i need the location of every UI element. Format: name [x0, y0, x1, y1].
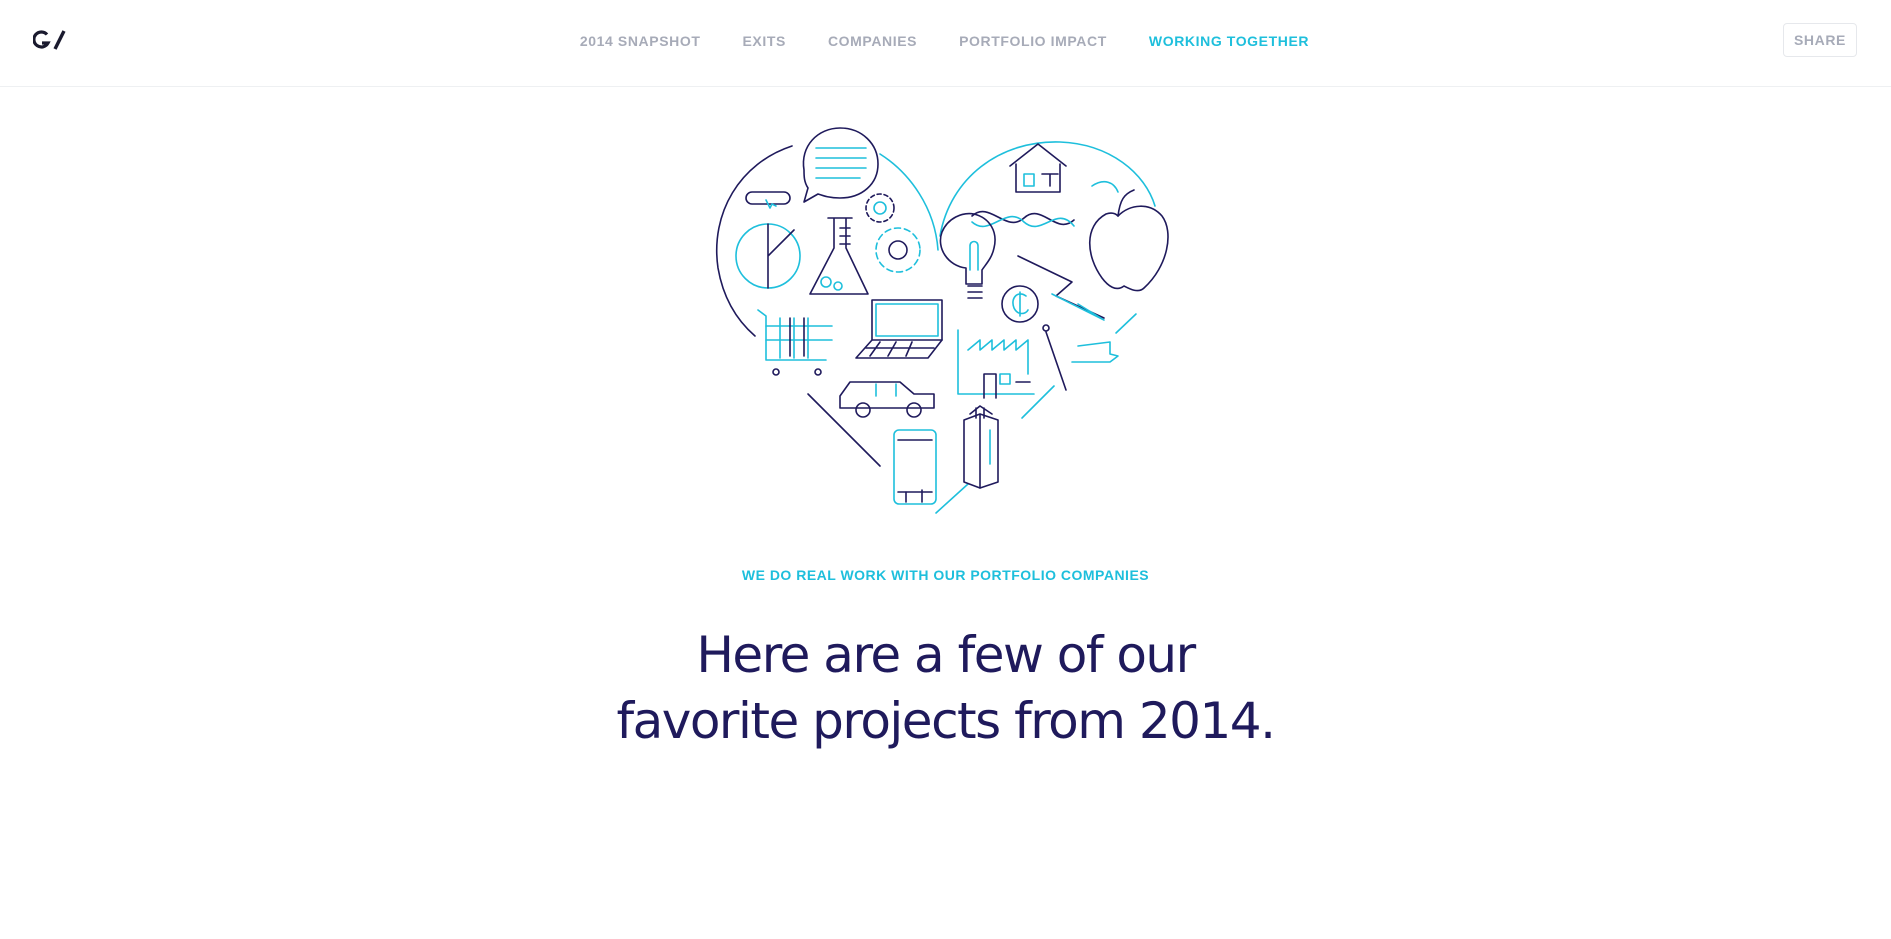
- nav-item-exits[interactable]: EXITS: [742, 33, 785, 49]
- hero-headline-line-2: favorite projects from 2014.: [616, 692, 1277, 750]
- paper-plane-icon: [1017, 255, 1105, 321]
- gv-logo[interactable]: [32, 28, 67, 52]
- laptop-icon: [855, 299, 943, 359]
- flask-icon: [809, 217, 869, 295]
- gear-icon: [865, 193, 921, 273]
- factory-icon: [957, 329, 1035, 399]
- share-button[interactable]: SHARE: [1782, 23, 1857, 57]
- microscope-icon: [1042, 324, 1119, 391]
- pie-chart-icon: [735, 223, 801, 289]
- hero-headline: Here are a few of our favorite projects …: [0, 622, 1891, 754]
- house-icon: [1009, 143, 1067, 193]
- nav-item-2014-snapshot[interactable]: 2014 SNAPSHOT: [580, 33, 701, 49]
- hero-headline-line-1: Here are a few of our: [696, 626, 1196, 684]
- section-eyebrow: WE DO REAL WORK WITH OUR PORTFOLIO COMPA…: [741, 567, 1150, 583]
- nav-item-portfolio-impact[interactable]: PORTFOLIO IMPACT: [959, 33, 1107, 49]
- top-navigation-bar: 2014 SNAPSHOT EXITS COMPANIES PORTFOLIO …: [0, 0, 1891, 87]
- coin-icon: [1001, 285, 1039, 323]
- book-icon: [963, 405, 999, 489]
- heart-illustration: [716, 127, 1169, 514]
- phone-icon: [893, 429, 937, 505]
- apple-icon: [1088, 180, 1169, 292]
- chat-bubble-icon: [802, 127, 879, 203]
- nav-item-companies[interactable]: COMPANIES: [828, 33, 917, 49]
- main-nav: 2014 SNAPSHOT EXITS COMPANIES PORTFOLIO …: [0, 0, 1891, 82]
- gv-logo-icon: [32, 30, 66, 50]
- dna-icon: [971, 210, 1075, 228]
- car-icon: [839, 381, 935, 418]
- toggle-icon: [745, 191, 791, 209]
- nav-item-working-together[interactable]: WORKING TOGETHER: [1149, 33, 1309, 49]
- shopping-cart-icon: [757, 309, 833, 376]
